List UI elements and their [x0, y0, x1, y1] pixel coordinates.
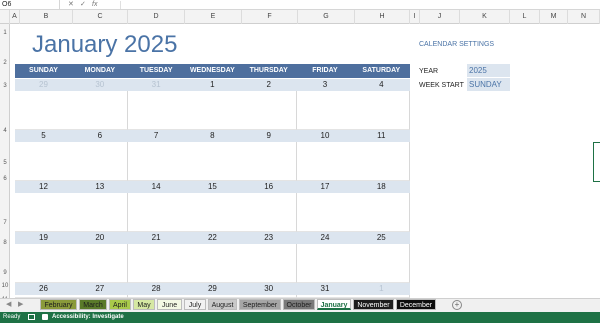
cancel-icon[interactable]: ✕ — [68, 0, 74, 10]
weekday-saturday: SATURDAY — [352, 64, 410, 78]
day-number: 24 — [296, 232, 354, 244]
day-number: 1 — [352, 283, 410, 295]
sheet-tab-july[interactable]: July — [184, 299, 206, 310]
year-value[interactable]: 2025 — [467, 64, 510, 77]
column-header-h[interactable]: H — [355, 10, 410, 24]
calendar-title: January 2025 — [32, 31, 178, 58]
column-header-j[interactable]: J — [420, 10, 460, 24]
day-number: 5 — [15, 130, 72, 142]
sheet-tab-march[interactable]: March — [79, 299, 107, 310]
day-number: 21 — [127, 232, 185, 244]
day-number: 19 — [15, 232, 72, 244]
day-number: 7 — [127, 130, 185, 142]
column-header-k[interactable]: K — [460, 10, 510, 24]
status-bar: Ready Accessibility: Investigate — [0, 312, 600, 323]
selected-cell[interactable] — [593, 142, 600, 182]
scroll-right-icon[interactable]: ▶ — [18, 299, 23, 310]
column-header-e[interactable]: E — [185, 10, 242, 24]
add-sheet-icon[interactable]: + — [452, 300, 462, 310]
day-number: 22 — [183, 232, 241, 244]
day-number: 11 — [352, 130, 410, 142]
sheet-tab-may[interactable]: May — [133, 299, 155, 310]
weekday-wednesday: WEDNESDAY — [183, 64, 241, 78]
day-number: 8 — [183, 130, 241, 142]
sheet-tab-january[interactable]: January — [317, 299, 351, 310]
formula-input[interactable] — [120, 1, 598, 9]
year-label: YEAR — [419, 68, 439, 75]
day-number: 30 — [240, 283, 298, 295]
select-all-corner[interactable] — [0, 10, 10, 24]
day-number: 15 — [183, 181, 241, 193]
sheet-tab-april[interactable]: April — [109, 299, 131, 310]
day-number: 9 — [240, 130, 298, 142]
column-header-l[interactable]: L — [510, 10, 540, 24]
day-number: 23 — [240, 232, 298, 244]
column-header-f[interactable]: F — [242, 10, 298, 24]
day-number: 6 — [71, 130, 129, 142]
weekday-friday: FRIDAY — [296, 64, 354, 78]
column-header-b[interactable]: B — [20, 10, 73, 24]
day-number: 31 — [127, 79, 185, 91]
column-header-g[interactable]: G — [298, 10, 355, 24]
week-start-value[interactable]: SUNDAY — [467, 78, 510, 91]
day-number: 13 — [71, 181, 129, 193]
name-box[interactable]: O6 — [0, 0, 60, 10]
accessibility-status[interactable]: Accessibility: Investigate — [52, 312, 124, 323]
sheet-tab-august[interactable]: August — [208, 299, 237, 310]
column-header-m[interactable]: M — [540, 10, 568, 24]
accessibility-icon[interactable] — [42, 314, 48, 320]
day-number: 1 — [183, 79, 241, 91]
day-number: 30 — [71, 79, 129, 91]
week-start-label: WEEK START — [419, 82, 464, 89]
day-number: 17 — [296, 181, 354, 193]
day-number: 4 — [352, 79, 410, 91]
column-header-d[interactable]: D — [128, 10, 185, 24]
settings-heading: CALENDAR SETTINGS — [419, 41, 495, 48]
day-number: 3 — [296, 79, 354, 91]
weekday-sunday: SUNDAY — [15, 64, 72, 78]
macro-record-icon[interactable] — [28, 314, 35, 320]
day-number: 2 — [240, 79, 298, 91]
column-header-c[interactable]: C — [73, 10, 128, 24]
day-number: 18 — [352, 181, 410, 193]
row-header-10[interactable]: 10 — [0, 283, 10, 289]
row-header-7[interactable]: 7 — [0, 220, 10, 226]
day-number: 14 — [127, 181, 185, 193]
day-number: 31 — [296, 283, 354, 295]
fx-icon[interactable]: fx — [92, 0, 97, 10]
day-number: 25 — [352, 232, 410, 244]
day-number: 27 — [71, 283, 129, 295]
column-header-a[interactable]: A — [10, 10, 20, 24]
sheet-tab-october[interactable]: October — [283, 299, 315, 310]
sheet-tab-june[interactable]: June — [157, 299, 182, 310]
sheet-tab-november[interactable]: November — [353, 299, 394, 310]
day-number: 20 — [71, 232, 129, 244]
row-header-8[interactable]: 8 — [0, 240, 10, 246]
weekday-tuesday: TUESDAY — [127, 64, 185, 78]
day-number: 10 — [296, 130, 354, 142]
day-number: 12 — [15, 181, 72, 193]
column-header-i[interactable]: I — [410, 10, 420, 24]
sheet-tab-february[interactable]: February — [40, 299, 77, 310]
day-number: 26 — [15, 283, 72, 295]
row-header-9[interactable]: 9 — [0, 270, 10, 276]
sheet-tab-september[interactable]: September — [239, 299, 281, 310]
row-header-4[interactable]: 4 — [0, 128, 10, 134]
weekday-thursday: THURSDAY — [240, 64, 298, 78]
column-header-n[interactable]: N — [568, 10, 600, 24]
day-number: 29 — [15, 79, 72, 91]
row-header-5[interactable]: 5 — [0, 160, 10, 166]
row-header-2[interactable]: 2 — [0, 60, 10, 66]
row-header-3[interactable]: 3 — [0, 83, 10, 89]
weekday-monday: MONDAY — [71, 64, 129, 78]
status-ready: Ready — [3, 314, 21, 320]
scroll-left-icon[interactable]: ◀ — [6, 299, 11, 310]
day-number: 16 — [240, 181, 298, 193]
sheet-tab-december[interactable]: December — [396, 299, 436, 310]
day-number: 29 — [183, 283, 241, 295]
row-header-6[interactable]: 6 — [0, 176, 10, 182]
row-header-1[interactable]: 1 — [0, 30, 10, 36]
enter-icon[interactable]: ✓ — [80, 0, 86, 10]
day-number: 28 — [127, 283, 185, 295]
